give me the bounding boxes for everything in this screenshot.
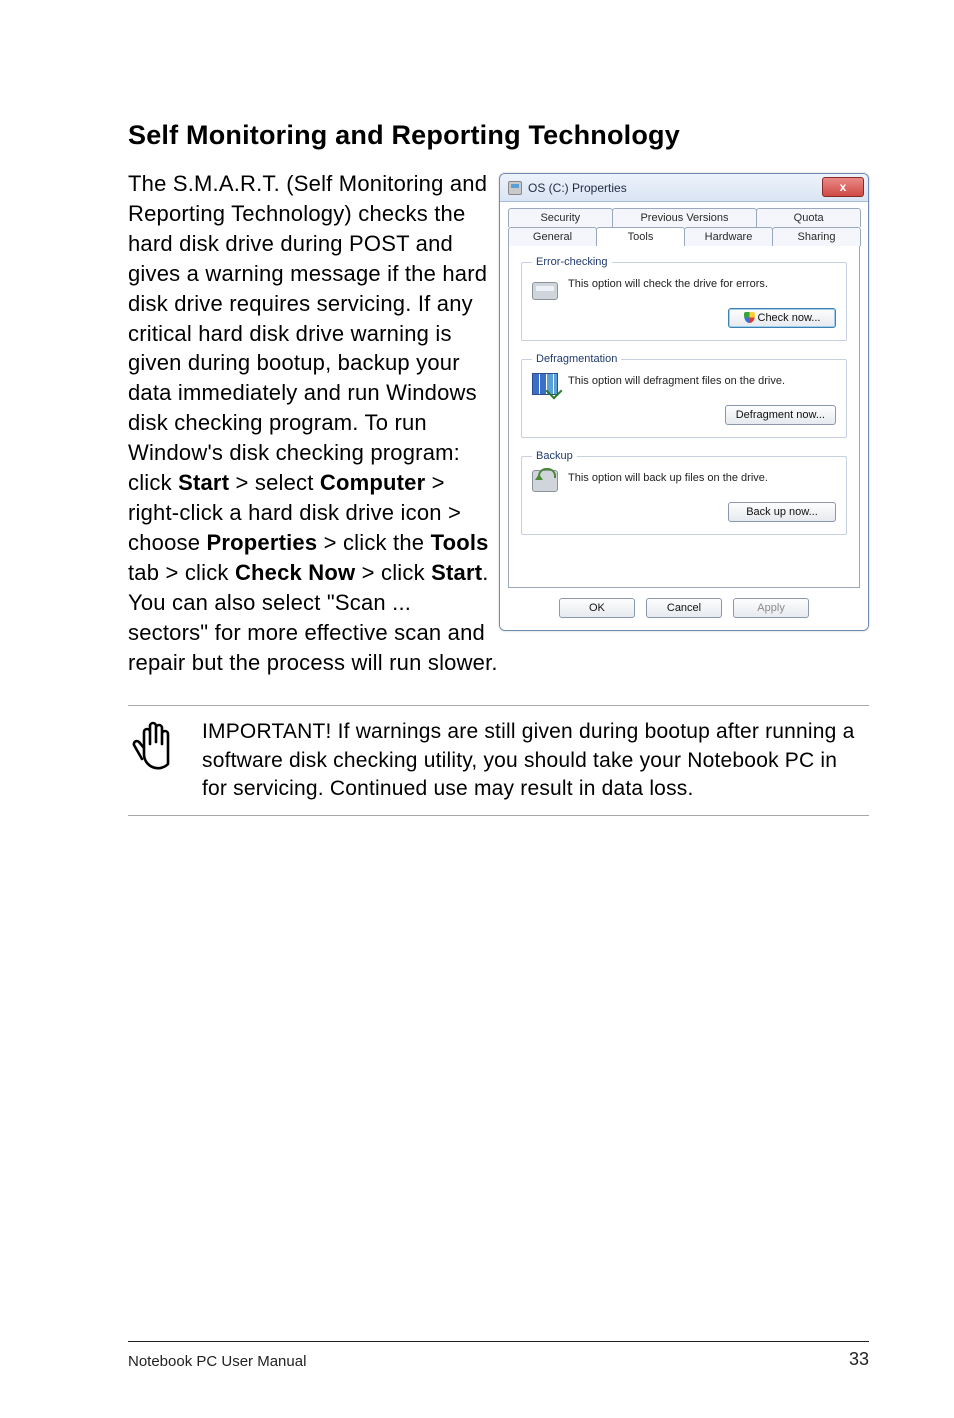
important-note: IMPORTANT! If warnings are still given d… [128, 718, 869, 802]
defragmentation-text: This option will defragment files on the… [568, 373, 836, 387]
back-up-now-button[interactable]: Back up now... [728, 502, 836, 522]
close-button[interactable]: x [822, 177, 864, 197]
ok-button[interactable]: OK [559, 598, 635, 618]
group-defragmentation: Defragmentation This option will defragm… [521, 353, 847, 438]
drive-icon [508, 181, 522, 195]
defragment-icon [532, 373, 560, 397]
divider-top [128, 705, 869, 706]
kw-computer: Computer [320, 470, 426, 495]
defragment-now-button[interactable]: Defragment now... [725, 405, 836, 425]
legend-backup: Backup [532, 450, 577, 462]
body-p1a: The S.M.A.R.T. (Self Monitoring and Repo… [128, 171, 487, 495]
group-backup: Backup This option will back up files on… [521, 450, 847, 535]
footer-rule [128, 1341, 869, 1342]
tabs-area: Security Previous Versions Quota General… [500, 202, 868, 588]
tab-sharing[interactable]: Sharing [772, 227, 861, 246]
kw-check-now: Check Now [235, 560, 355, 585]
kw-properties: Properties [206, 530, 317, 555]
important-note-text: IMPORTANT! If warnings are still given d… [202, 718, 867, 802]
properties-dialog: OS (C:) Properties x Security Previous V… [499, 173, 869, 631]
check-now-button[interactable]: Check now... [728, 308, 836, 328]
kw-start2: Start [431, 560, 482, 585]
page-footer: Notebook PC User Manual 33 [128, 1349, 869, 1370]
body-p1e: tab > click [128, 560, 235, 585]
drive-check-icon [532, 276, 560, 300]
body-p1b: > select [229, 470, 320, 495]
backup-icon [532, 470, 560, 494]
tabs-row-top: Security Previous Versions Quota [508, 208, 860, 227]
section-heading: Self Monitoring and Reporting Technology [128, 120, 869, 151]
backup-text: This option will back up files on the dr… [568, 470, 836, 484]
cancel-button[interactable]: Cancel [646, 598, 722, 618]
check-now-label: Check now... [758, 312, 821, 324]
tab-general[interactable]: General [508, 227, 597, 246]
error-checking-text: This option will check the drive for err… [568, 276, 836, 290]
dialog-title: OS (C:) Properties [528, 181, 627, 195]
page-number: 33 [849, 1349, 869, 1370]
body-p1d: > click the [317, 530, 430, 555]
tabs-row-bottom: General Tools Hardware Sharing [508, 227, 860, 246]
legend-error-checking: Error-checking [532, 256, 612, 268]
group-error-checking: Error-checking This option will check th… [521, 256, 847, 341]
tab-previous-versions[interactable]: Previous Versions [612, 208, 758, 227]
footer-left: Notebook PC User Manual [128, 1353, 306, 1370]
kw-tools: Tools [431, 530, 489, 555]
tab-security[interactable]: Security [508, 208, 613, 227]
hand-stop-icon [130, 718, 180, 781]
dialog-buttons: OK Cancel Apply [500, 588, 868, 630]
properties-dialog-wrap: OS (C:) Properties x Security Previous V… [499, 173, 869, 631]
tab-hardware[interactable]: Hardware [684, 227, 773, 246]
tab-tools[interactable]: Tools [596, 227, 685, 246]
tab-panel-tools: Error-checking This option will check th… [508, 245, 860, 588]
divider-bottom [128, 815, 869, 816]
body-p1f: > click [355, 560, 431, 585]
apply-button[interactable]: Apply [733, 598, 809, 618]
content-row: OS (C:) Properties x Security Previous V… [128, 169, 869, 677]
shield-icon [744, 312, 755, 323]
tab-quota[interactable]: Quota [756, 208, 861, 227]
dialog-titlebar: OS (C:) Properties x [500, 174, 868, 202]
kw-start: Start [178, 470, 229, 495]
legend-defragmentation: Defragmentation [532, 353, 621, 365]
